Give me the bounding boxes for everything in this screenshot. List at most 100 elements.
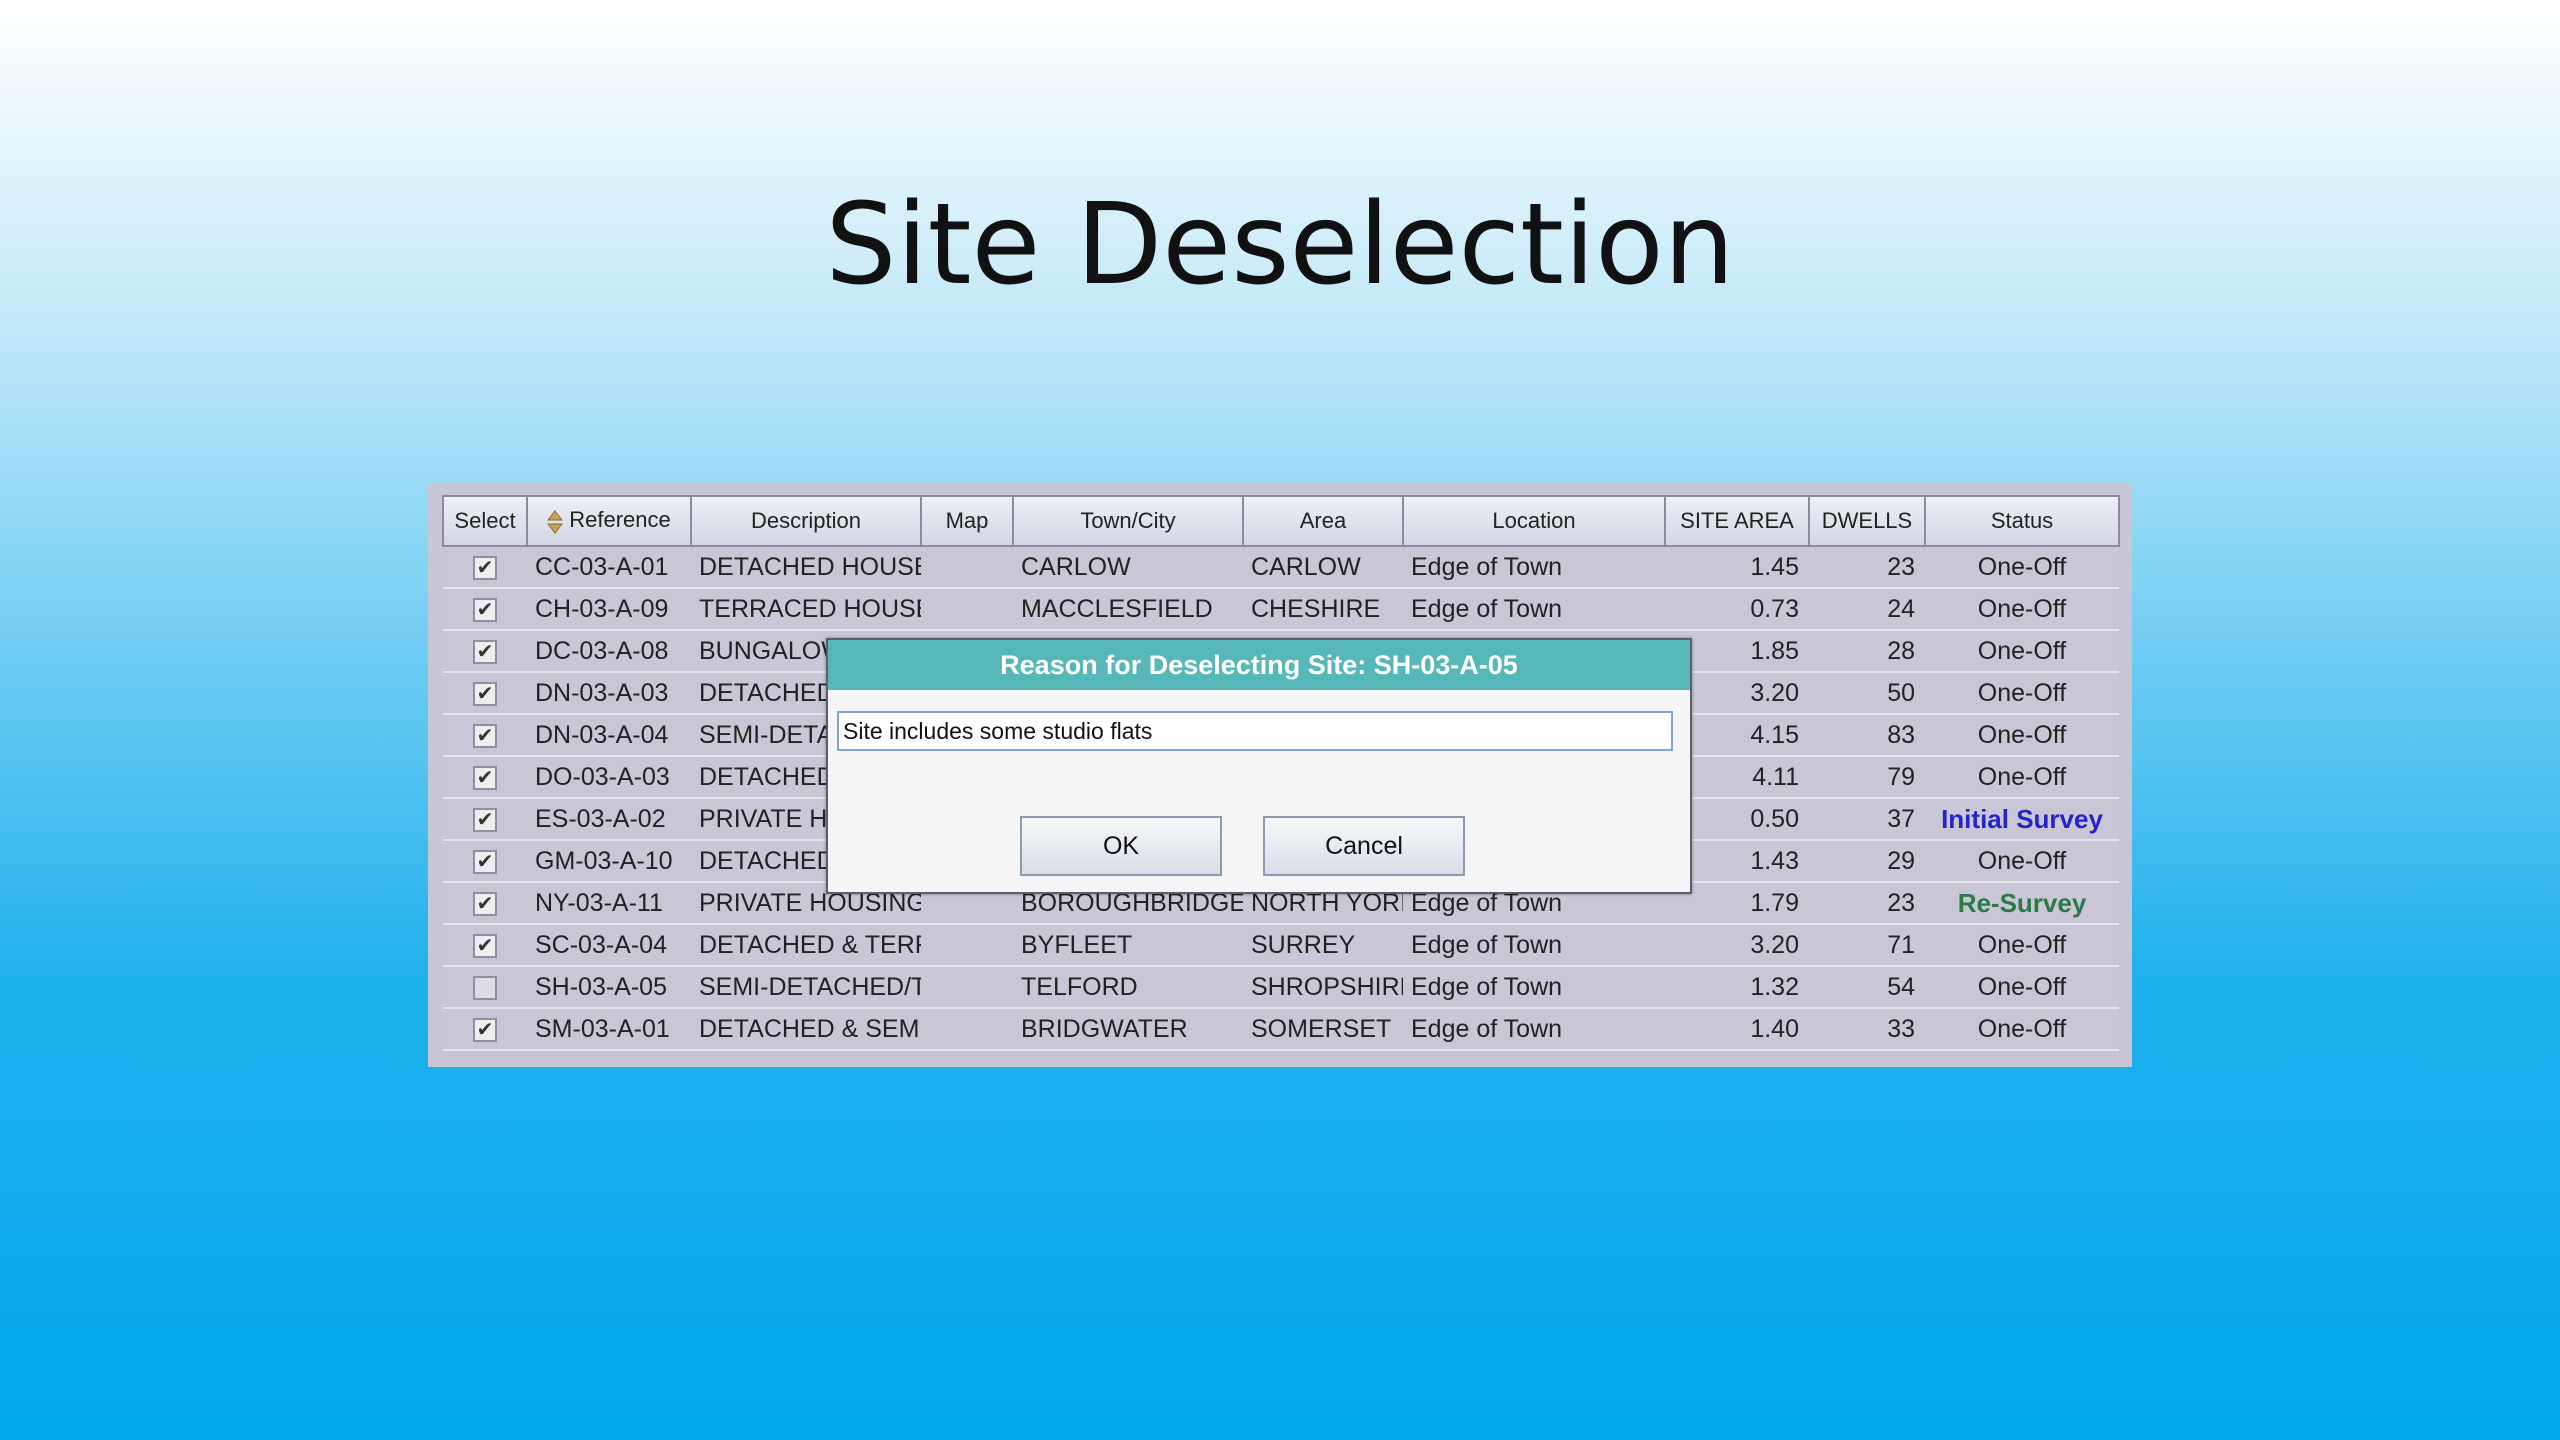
- checkbox-icon[interactable]: ✔: [473, 765, 497, 790]
- cell-select: ✔: [443, 714, 527, 757]
- cell-status: One-Off: [1925, 966, 2119, 1009]
- cell-dwells: 23: [1809, 546, 1925, 589]
- cell-location: Edge of Town: [1403, 588, 1665, 631]
- cell-reference: SM-03-A-01: [527, 1008, 691, 1051]
- column-header-map[interactable]: Map: [920, 495, 1014, 547]
- cell-select: ✔: [443, 756, 527, 799]
- cell-site-area: 1.45: [1665, 546, 1809, 589]
- checkbox-icon[interactable]: ✔: [473, 1017, 497, 1042]
- cell-description: DETACHED HOUSE!: [691, 546, 921, 589]
- cell-description: TERRACED HOUSE!: [691, 588, 921, 631]
- cell-status: Initial Survey: [1925, 798, 2119, 841]
- column-header-location[interactable]: Location: [1402, 495, 1666, 547]
- checkbox-icon[interactable]: ✔: [473, 639, 497, 664]
- cell-map: [921, 588, 1013, 631]
- column-header-site-area[interactable]: SITE AREA: [1664, 495, 1810, 547]
- status-badge: One-Off: [1977, 930, 2067, 959]
- checkbox-icon[interactable]: ✔: [473, 681, 497, 706]
- cell-town-city: TELFORD: [1013, 966, 1243, 1009]
- cell-town-city: BYFLEET: [1013, 924, 1243, 967]
- cell-reference: GM-03-A-10: [527, 840, 691, 883]
- cell-status: One-Off: [1925, 546, 2119, 589]
- column-header-description[interactable]: Description: [690, 495, 922, 547]
- cell-reference: DC-03-A-08: [527, 630, 691, 673]
- cell-reference: DN-03-A-04: [527, 714, 691, 757]
- cell-description: SEMI-DETACHED/T: [691, 966, 921, 1009]
- cell-reference: SH-03-A-05: [527, 966, 691, 1009]
- cell-dwells: 28: [1809, 630, 1925, 673]
- cell-status: One-Off: [1925, 714, 2119, 757]
- cell-reference: DO-03-A-03: [527, 756, 691, 799]
- cell-area: SOMERSET: [1243, 1008, 1403, 1051]
- column-header-area[interactable]: Area: [1242, 495, 1404, 547]
- cell-description: DETACHED & TERR: [691, 924, 921, 967]
- column-header-reference[interactable]: Reference: [526, 495, 692, 547]
- cell-select: ✔: [443, 966, 527, 1009]
- deselect-reason-dialog: Reason for Deselecting Site: SH-03-A-05 …: [826, 638, 1692, 894]
- cell-select: ✔: [443, 798, 527, 841]
- checkbox-icon[interactable]: ✔: [473, 555, 497, 580]
- table-header-row: Select Reference Description Map Town/Ci…: [442, 495, 2120, 547]
- cell-map: [921, 546, 1013, 589]
- cell-dwells: 23: [1809, 882, 1925, 925]
- cell-dwells: 83: [1809, 714, 1925, 757]
- checkbox-icon[interactable]: ✔: [473, 975, 497, 1000]
- column-header-status[interactable]: Status: [1924, 495, 2120, 547]
- table-row[interactable]: ✔ SH-03-A-05SEMI-DETACHED/T TELFORDSHROPSH…: [443, 966, 2119, 1009]
- cell-status: One-Off: [1925, 756, 2119, 799]
- cell-location: Edge of Town: [1403, 924, 1665, 967]
- cell-dwells: 79: [1809, 756, 1925, 799]
- cell-reference: ES-03-A-02: [527, 798, 691, 841]
- status-badge: One-Off: [1977, 636, 2067, 665]
- cell-reference: CC-03-A-01: [527, 546, 691, 589]
- checkbox-icon[interactable]: ✔: [473, 723, 497, 748]
- cell-reference: DN-03-A-03: [527, 672, 691, 715]
- slide-title: Site Deselection: [825, 180, 1735, 310]
- ok-button[interactable]: OK: [1020, 816, 1222, 876]
- cell-location: Edge of Town: [1403, 546, 1665, 589]
- cell-description: DETACHED & SEMI: [691, 1008, 921, 1051]
- column-header-dwells[interactable]: DWELLS: [1808, 495, 1926, 547]
- cell-location: Edge of Town: [1403, 1008, 1665, 1051]
- table-row[interactable]: ✔ SM-03-A-01 DETACHED & SEMI BRIDGWATER SOME…: [443, 1008, 2119, 1051]
- checkbox-icon[interactable]: ✔: [473, 933, 497, 958]
- cell-status: One-Off: [1925, 840, 2119, 883]
- cell-dwells: 24: [1809, 588, 1925, 631]
- status-badge: One-Off: [1977, 762, 2067, 791]
- cell-area: SHROPSHIRE: [1243, 966, 1403, 1009]
- checkbox-icon[interactable]: ✔: [473, 597, 497, 622]
- reason-input[interactable]: [837, 711, 1673, 751]
- dialog-title: Reason for Deselecting Site: SH-03-A-05: [828, 640, 1690, 690]
- cell-location: Edge of Town: [1403, 966, 1665, 1009]
- status-badge: One-Off: [1977, 552, 2067, 581]
- cell-dwells: 71: [1809, 924, 1925, 967]
- status-badge: Re-Survey: [1957, 887, 2087, 918]
- checkbox-icon[interactable]: ✔: [473, 807, 497, 832]
- table-row[interactable]: ✔ CC-03-A-01 DETACHED HOUSE! CARLOW CARLOW Ed…: [443, 546, 2119, 589]
- cancel-button[interactable]: Cancel: [1263, 816, 1465, 876]
- table-row[interactable]: ✔ SC-03-A-04 DETACHED & TERR BYFLEET SURREY E…: [443, 924, 2119, 967]
- checkbox-icon[interactable]: ✔: [473, 849, 497, 874]
- cell-select: ✔: [443, 588, 527, 631]
- column-header-select[interactable]: Select: [442, 495, 528, 547]
- cell-map: [921, 924, 1013, 967]
- table-row[interactable]: ✔ CH-03-A-09 TERRACED HOUSE! MACCLESFIELD CH…: [443, 588, 2119, 631]
- status-badge: One-Off: [1977, 972, 2067, 1001]
- status-badge: One-Off: [1977, 1014, 2067, 1043]
- cell-select: ✔: [443, 1008, 527, 1051]
- cell-site-area: 1.32: [1665, 966, 1809, 1009]
- column-header-town-city[interactable]: Town/City: [1012, 495, 1244, 547]
- cell-map: [921, 1008, 1013, 1051]
- cell-select: ✔: [443, 546, 527, 589]
- cell-status: Re-Survey: [1925, 882, 2119, 925]
- sort-arrows-icon: [547, 509, 564, 534]
- status-badge: One-Off: [1977, 594, 2067, 623]
- cell-map: [921, 966, 1013, 1009]
- checkbox-icon[interactable]: ✔: [473, 891, 497, 916]
- cell-status: One-Off: [1925, 1008, 2119, 1051]
- cell-area: CHESHIRE: [1243, 588, 1403, 631]
- cell-status: One-Off: [1925, 630, 2119, 673]
- cell-dwells: 37: [1809, 798, 1925, 841]
- cell-reference: SC-03-A-04: [527, 924, 691, 967]
- cell-status: One-Off: [1925, 588, 2119, 631]
